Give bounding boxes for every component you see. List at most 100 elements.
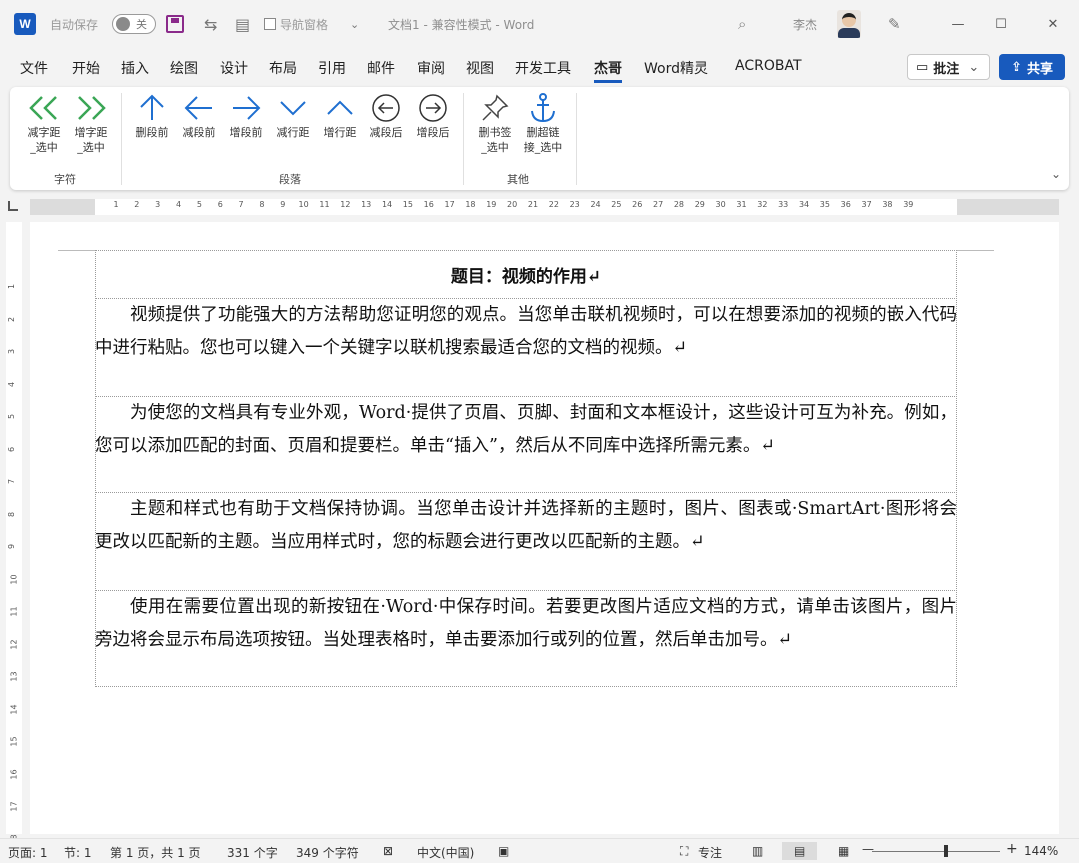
decrease-char-spacing-button[interactable]: 减字距 _选中: [20, 91, 68, 155]
tab-home[interactable]: 开始: [72, 58, 100, 78]
delete-hyperlink-button[interactable]: 删超链 接_选中: [519, 91, 567, 155]
nav-pane-toggle[interactable]: 导航窗格: [264, 0, 328, 48]
decrease-line-spacing-button[interactable]: 减行距: [269, 91, 317, 140]
vertical-ruler[interactable]: 123456789101112131415161718: [6, 222, 22, 844]
zoom-level[interactable]: 144%: [1024, 844, 1058, 858]
tab-insert[interactable]: 插入: [121, 58, 149, 78]
group-label-paragraph: 段落: [279, 173, 301, 186]
tab-view[interactable]: 视图: [466, 58, 494, 78]
zoom-out-button[interactable]: —: [862, 842, 874, 856]
status-word-count[interactable]: 331 个字: [227, 844, 278, 861]
maximize-button[interactable]: ☐: [978, 0, 1024, 48]
proofing-icon[interactable]: ⊠: [383, 844, 393, 858]
crop-mark: [957, 250, 994, 251]
share-button[interactable]: ⇪ 共享: [999, 54, 1065, 80]
tab-acrobat[interactable]: ACROBAT: [735, 58, 802, 74]
decrease-space-after-button[interactable]: 减段后: [362, 91, 410, 140]
increase-space-after-button[interactable]: 增段后: [409, 91, 457, 140]
paragraph-3[interactable]: 主题和样式也有助于文档保持协调。当您单击设计并选择新的主题时，图片、图表或·Sm…: [95, 493, 957, 558]
focus-icon[interactable]: ⛶: [680, 844, 688, 859]
ruler-tick-label: 22: [548, 200, 559, 209]
tab-mailings[interactable]: 邮件: [367, 58, 395, 78]
save-icon[interactable]: [166, 15, 184, 33]
layout-icon[interactable]: ▤: [235, 0, 250, 48]
tab-developer[interactable]: 开发工具: [515, 58, 571, 78]
group-separator: [121, 93, 122, 185]
quick-access-dropdown-icon[interactable]: ⌄: [350, 0, 359, 48]
ruler-tick-label: 12: [340, 200, 351, 209]
vertical-scrollbar[interactable]: [1063, 222, 1075, 834]
tab-references[interactable]: 引用: [318, 58, 346, 78]
tab-design[interactable]: 设计: [220, 58, 248, 78]
tab-jiege[interactable]: 杰哥: [594, 58, 622, 83]
button-label: 增字距 _选中: [74, 126, 108, 154]
minimize-button[interactable]: —: [935, 0, 981, 48]
ruler-tick-label: 19: [486, 200, 497, 209]
button-label: 增行距: [323, 126, 357, 139]
ruler-tick-label: 17: [444, 200, 455, 209]
increase-line-spacing-button[interactable]: 增行距: [316, 91, 364, 140]
button-label: 减段后: [369, 126, 403, 139]
search-icon[interactable]: ⌕: [738, 0, 746, 48]
status-section[interactable]: 节: 1: [64, 844, 92, 861]
button-label: 删超链 接_选中: [523, 126, 563, 154]
ruler-tick-label: 16: [9, 768, 19, 780]
decrease-space-before-button[interactable]: 减段前: [175, 91, 223, 140]
tab-review[interactable]: 审阅: [417, 58, 445, 78]
read-mode-icon[interactable]: ▥: [752, 844, 763, 858]
avatar[interactable]: [837, 10, 861, 38]
status-focus[interactable]: 专注: [698, 844, 722, 861]
button-label: 减行距: [276, 126, 310, 139]
tab-file[interactable]: 文件: [20, 58, 48, 78]
document-heading[interactable]: 题目：视频的作用↵: [95, 262, 957, 287]
tab-draw[interactable]: 绘图: [170, 58, 198, 78]
accessibility-icon[interactable]: ▣: [498, 844, 509, 858]
increase-space-before-button[interactable]: 增段前: [222, 91, 270, 140]
ribbon-expand-icon[interactable]: ⌄: [1051, 167, 1061, 181]
document-page[interactable]: 题目：视频的作用↵ 视频提供了功能强大的方法帮助您证明您的观点。当您单击联机视频…: [30, 222, 1059, 834]
chevron-up-icon: [325, 91, 355, 125]
ruler-tick-label: 25: [611, 200, 622, 209]
status-page-of[interactable]: 第 1 页，共 1 页: [110, 844, 201, 861]
group-separator: [463, 93, 464, 185]
paragraph-2[interactable]: 为使您的文档具有专业外观，Word·提供了页眉、页脚、封面和文本框设计，这些设计…: [95, 397, 957, 462]
ruler-margin-right: [957, 199, 1059, 215]
ruler-tick-label: 4: [176, 200, 182, 209]
close-button[interactable]: ✕: [1030, 0, 1076, 48]
paragraph-1[interactable]: 视频提供了功能强大的方法帮助您证明您的观点。当您单击联机视频时，可以在想要添加的…: [95, 299, 957, 364]
increase-char-spacing-button[interactable]: 增字距 _选中: [67, 91, 115, 155]
horizontal-ruler[interactable]: 1 2 3 4 5 6 7 8 9 10 11 12 13 14 15 16 17 18 19 20 21 22 23 24 2…: [30, 199, 1059, 215]
paragraph-4[interactable]: 使用在需要位置出现的新按钮在·Word·中保存时间。若要更改图片适应文档的方式，…: [95, 591, 957, 656]
ruler-tick-label: 15: [9, 736, 19, 747]
ruler-tick-label: 17: [9, 801, 19, 812]
ruler-tick-label: 6: [217, 200, 223, 209]
print-layout-icon[interactable]: ▤: [782, 842, 818, 860]
ruler-tick-label: 1: [7, 283, 17, 290]
ruler-tick-label: 12: [9, 638, 19, 650]
zoom-slider[interactable]: [872, 851, 1000, 852]
comment-button[interactable]: ▭ 批注 ⌄: [907, 54, 990, 80]
status-language[interactable]: 中文(中国): [417, 844, 474, 861]
tab-word-jingling[interactable]: Word精灵: [644, 58, 708, 78]
status-page[interactable]: 页面: 1: [8, 844, 48, 861]
ruler-tick-label: 14: [381, 200, 393, 209]
pen-icon[interactable]: ✎: [888, 0, 901, 48]
comment-icon: ▭: [916, 59, 929, 75]
button-label: 减段前: [182, 126, 216, 139]
delete-space-before-button[interactable]: 删段前: [128, 91, 176, 140]
ruler-tick-label: 24: [590, 200, 601, 209]
zoom-slider-thumb[interactable]: [944, 845, 948, 857]
delete-bookmark-button[interactable]: 删书签 _选中: [471, 91, 519, 155]
status-char-count[interactable]: 349 个字符: [296, 844, 359, 861]
ruler-tick-label: 13: [361, 200, 372, 209]
ruler-tick-label: 36: [840, 200, 851, 209]
ruler-tick-label: 38: [882, 200, 893, 209]
undo-arrows-icon[interactable]: ⇆: [204, 0, 217, 48]
tab-selector-icon[interactable]: [8, 201, 18, 211]
zoom-in-button[interactable]: +: [1006, 841, 1018, 857]
button-label: 增段前: [229, 126, 263, 139]
ruler-tick-label: 20: [507, 200, 518, 209]
web-layout-icon[interactable]: ▦: [838, 844, 849, 858]
tab-layout[interactable]: 布局: [269, 58, 297, 78]
autosave-toggle[interactable]: 关: [112, 14, 156, 34]
